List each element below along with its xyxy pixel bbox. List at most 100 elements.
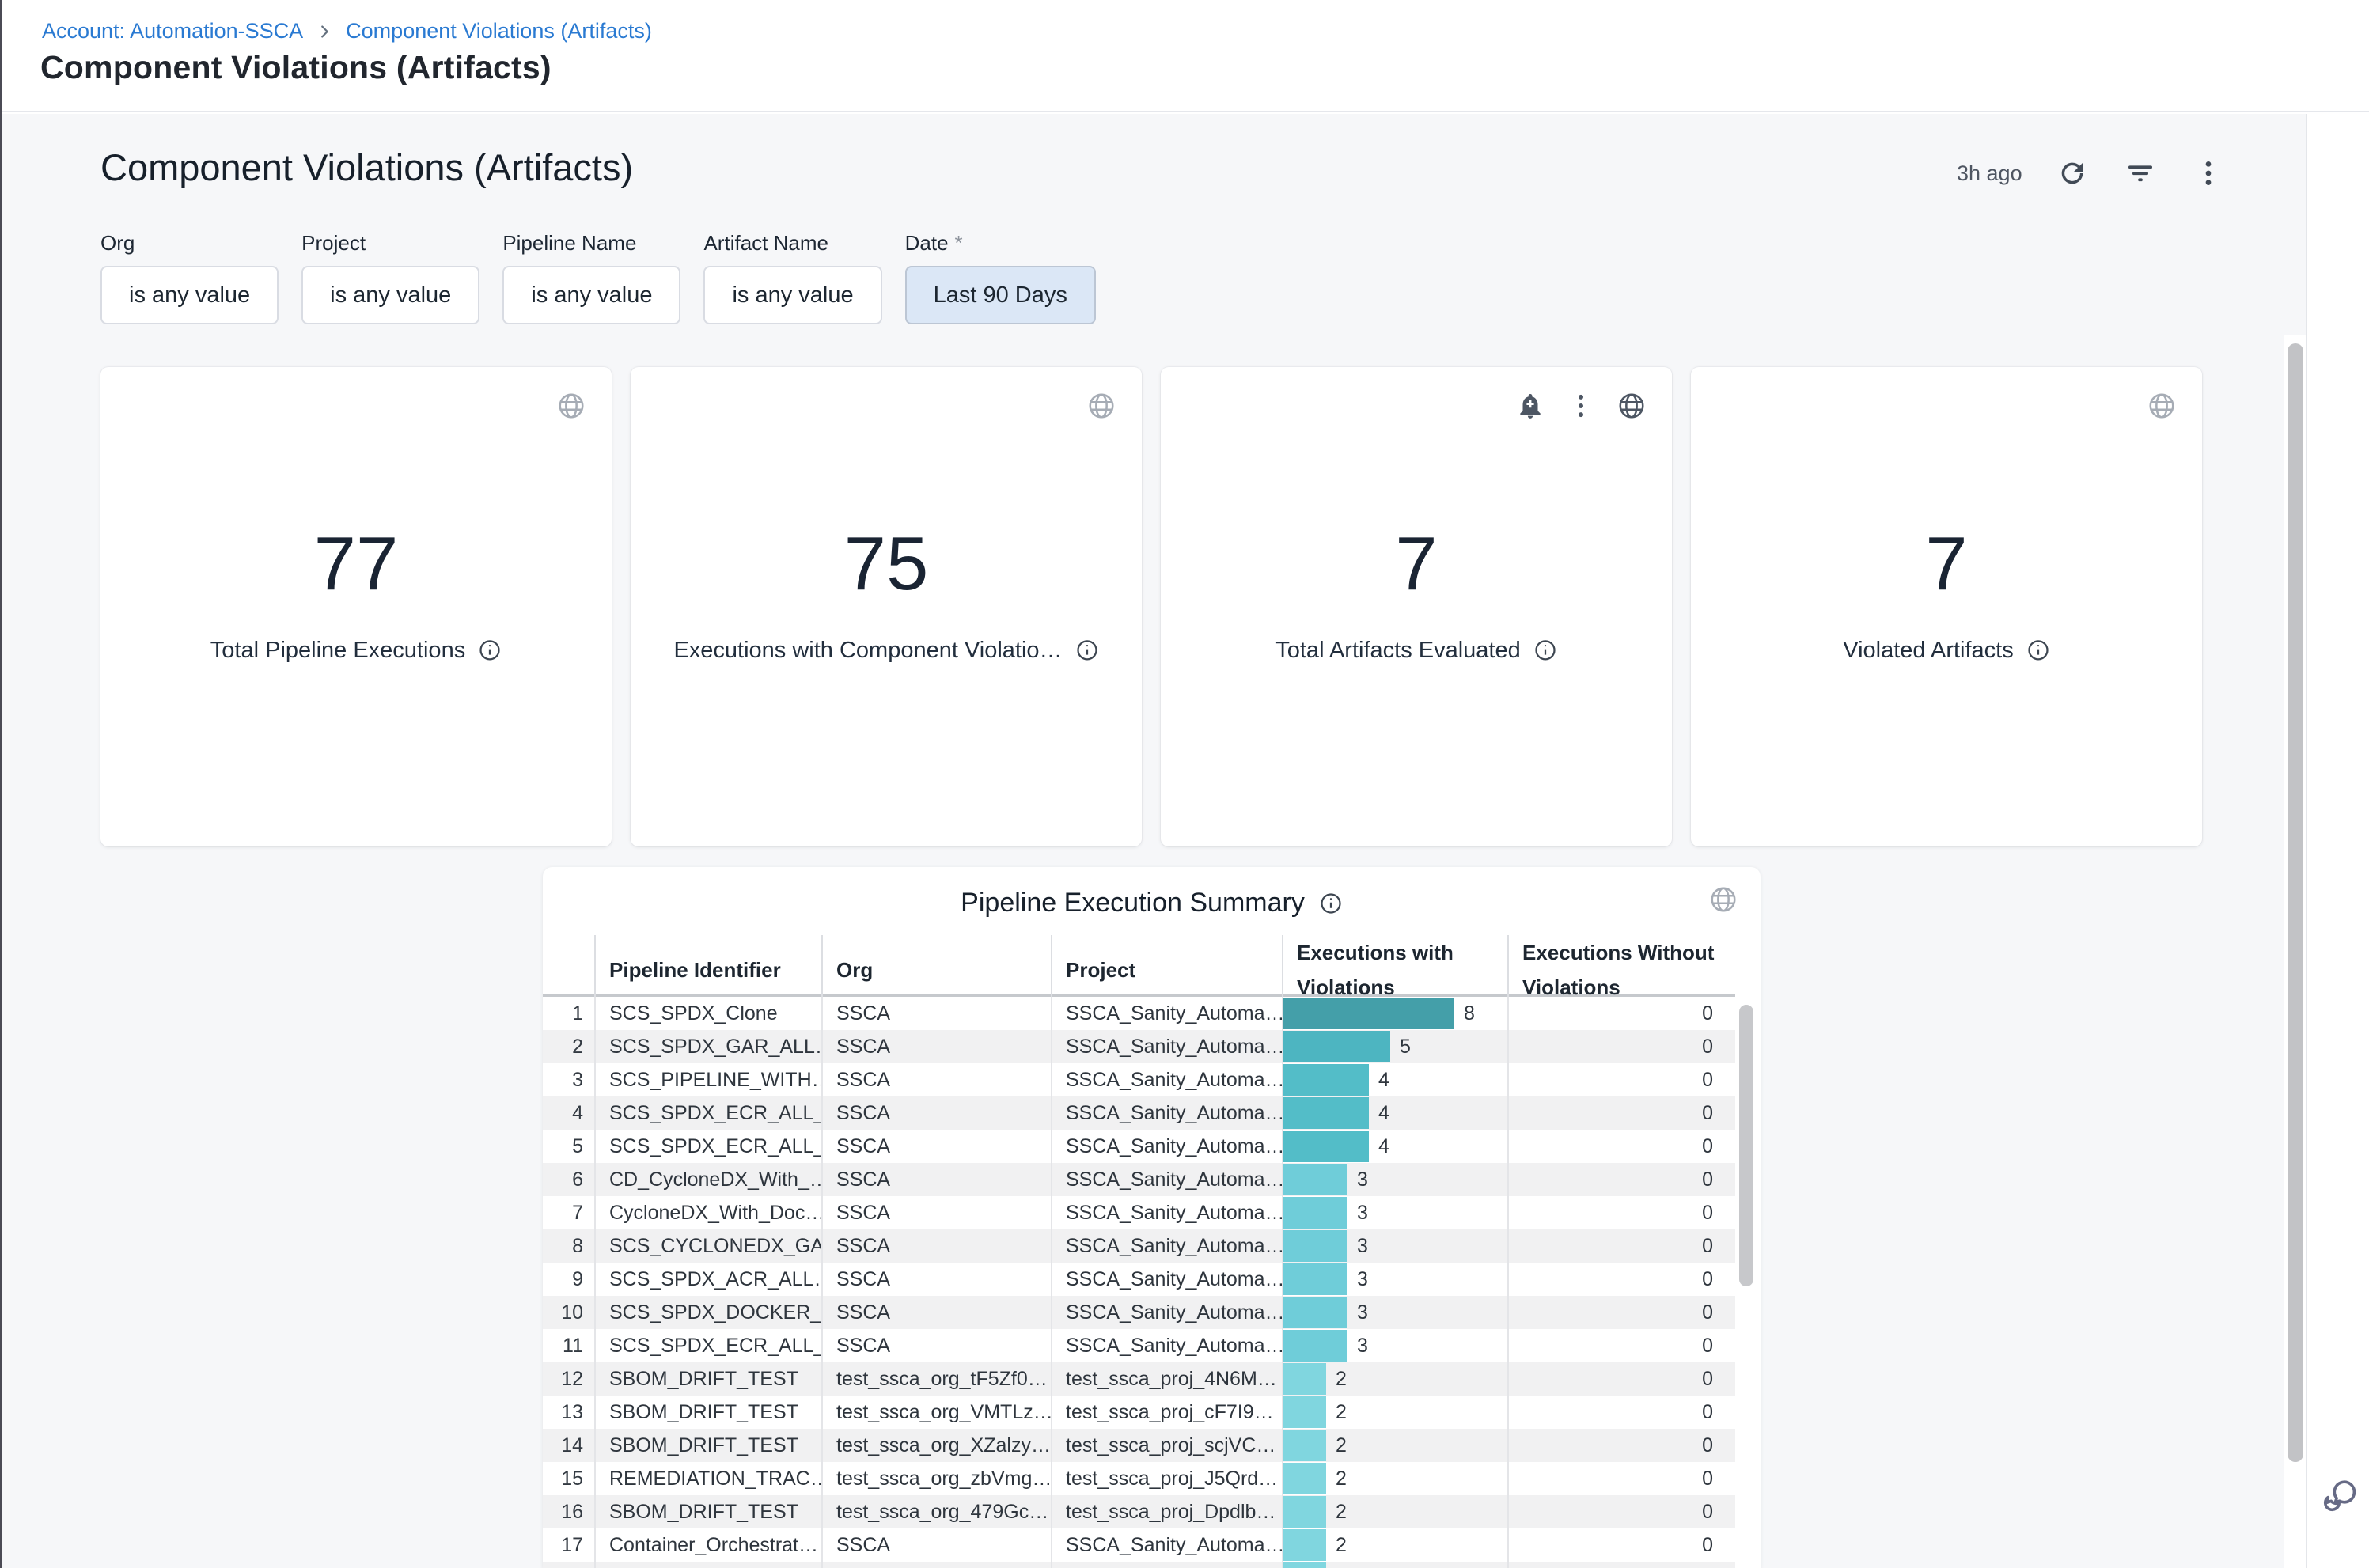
- pipeline-identifier-cell: SCS_SPDX_ACR_ALL…: [594, 1263, 821, 1296]
- kebab-menu-icon[interactable]: [2190, 155, 2227, 191]
- info-icon[interactable]: [2026, 638, 2050, 662]
- filter-icon[interactable]: [2122, 155, 2159, 191]
- project-cell: test_ssca_proj_scjVC…: [1051, 1429, 1282, 1462]
- breadcrumb-current-link[interactable]: Component Violations (Artifacts): [346, 19, 652, 44]
- row-number-cell: [543, 1562, 594, 1568]
- pipeline-identifier-cell: SBOM_DRIFT_TEST: [594, 1396, 821, 1429]
- table-row[interactable]: 9SCS_SPDX_ACR_ALL…SSCASSCA_Sanity_Automa…: [543, 1263, 1735, 1296]
- executions-without-violations-cell: 0: [1507, 1263, 1735, 1296]
- executions-with-violations-cell: 2: [1282, 1362, 1507, 1396]
- org-cell: test_ssca_org_XZalzy…: [821, 1429, 1051, 1462]
- executions-without-violations-cell: 0: [1507, 1362, 1735, 1396]
- violations-bar: [1283, 1230, 1347, 1262]
- executions-with-violations-cell: 2: [1282, 1429, 1507, 1462]
- refresh-icon[interactable]: [2054, 155, 2090, 191]
- tile-header-icons: [2147, 391, 2177, 421]
- col-header-executions-with-violations[interactable]: Executions with Violations: [1282, 935, 1507, 1005]
- pipeline-identifier-cell: SCS_CYCLONEDX_GA…: [594, 1229, 821, 1263]
- violations-bar-value: 2: [1336, 1462, 1347, 1495]
- table-row[interactable]: 6CD_CycloneDX_With_…SSCASSCA_Sanity_Auto…: [543, 1163, 1735, 1196]
- filter-value-button-artifact-name[interactable]: is any value: [703, 266, 881, 324]
- table-row[interactable]: [543, 1562, 1735, 1568]
- info-icon[interactable]: [1075, 638, 1099, 662]
- globe-icon[interactable]: [1617, 391, 1647, 421]
- filter-value-button-org[interactable]: is any value: [100, 266, 279, 324]
- violations-bar: [1283, 1430, 1326, 1461]
- table-row[interactable]: 15REMEDIATION_TRAC…test_ssca_org_zbVmg…t…: [543, 1462, 1735, 1495]
- table-row[interactable]: 4SCS_SPDX_ECR_ALL_…SSCASSCA_Sanity_Autom…: [543, 1096, 1735, 1130]
- filter-value-button-pipeline-name[interactable]: is any value: [502, 266, 680, 324]
- executions-with-violations-cell: 2: [1282, 1528, 1507, 1562]
- dashboard-scrollbar-thumb[interactable]: [2288, 343, 2303, 1462]
- project-cell: SSCA_Sanity_Automa…: [1051, 1528, 1282, 1562]
- violations-bar-value: 2: [1336, 1396, 1347, 1429]
- table-row[interactable]: 8SCS_CYCLONEDX_GA…SSCASSCA_Sanity_Automa…: [543, 1229, 1735, 1263]
- breadcrumb-account-link[interactable]: Account: Automation-SSCA: [42, 19, 303, 44]
- info-icon[interactable]: [478, 638, 502, 662]
- table-row[interactable]: 5SCS_SPDX_ECR_ALL_…SSCASSCA_Sanity_Autom…: [543, 1130, 1735, 1163]
- info-icon[interactable]: [1319, 892, 1343, 915]
- violations-bar: [1283, 1330, 1347, 1362]
- col-header-org[interactable]: Org: [821, 935, 1051, 1005]
- project-cell: SSCA_Sanity_Automa…: [1051, 1130, 1282, 1163]
- metric-label: Violated Artifacts: [1843, 637, 2013, 663]
- executions-with-violations-cell: 2: [1282, 1462, 1507, 1495]
- table-row[interactable]: 13SBOM_DRIFT_TESTtest_ssca_org_VMTLz…tes…: [543, 1396, 1735, 1429]
- violations-bar-value: 2: [1336, 1362, 1347, 1396]
- table-row[interactable]: 14SBOM_DRIFT_TESTtest_ssca_org_XZalzy…te…: [543, 1429, 1735, 1462]
- col-header-project[interactable]: Project: [1051, 935, 1282, 1005]
- col-header-pipeline-identifier[interactable]: Pipeline Identifier: [594, 935, 821, 1005]
- row-number-cell: 12: [543, 1362, 594, 1396]
- tile-content: 7Total Artifacts Evaluated: [1161, 522, 1672, 664]
- pipeline-identifier-cell: SCS_PIPELINE_WITH…: [594, 1063, 821, 1096]
- filter-value-button-project[interactable]: is any value: [301, 266, 479, 324]
- pipeline-identifier-cell: SCS_SPDX_ECR_ALL_…: [594, 1329, 821, 1362]
- table-row[interactable]: 1SCS_SPDX_CloneSSCASSCA_Sanity_Automa…80: [543, 997, 1735, 1030]
- globe-icon[interactable]: [1086, 391, 1116, 421]
- table-row[interactable]: 10SCS_SPDX_DOCKER_…SSCASSCA_Sanity_Autom…: [543, 1296, 1735, 1329]
- executions-with-violations-cell: 8: [1282, 997, 1507, 1030]
- org-cell: SSCA: [821, 1030, 1051, 1063]
- metric-label: Executions with Component Violatio…: [673, 637, 1062, 663]
- table-scrollbar-thumb[interactable]: [1739, 1005, 1753, 1286]
- table-row[interactable]: 3SCS_PIPELINE_WITH…SSCASSCA_Sanity_Autom…: [543, 1063, 1735, 1096]
- violations-bar-value: 3: [1357, 1196, 1368, 1229]
- metric-value: 7: [1395, 522, 1437, 606]
- metric-tiles: 77Total Pipeline Executions75Executions …: [100, 367, 2202, 846]
- filter-group-pipeline-name: Pipeline Nameis any value: [502, 231, 680, 324]
- project-cell: [1051, 1562, 1282, 1568]
- table-row[interactable]: 2SCS_SPDX_GAR_ALL…SSCASSCA_Sanity_Automa…: [543, 1030, 1735, 1063]
- violations-bar: [1283, 1097, 1369, 1129]
- globe-icon[interactable]: [2147, 391, 2177, 421]
- table-row[interactable]: 7CycloneDX_With_Doc…SSCASSCA_Sanity_Auto…: [543, 1196, 1735, 1229]
- bell-plus-icon[interactable]: [1515, 391, 1545, 421]
- dashboard-scrollbar-track[interactable]: [2284, 335, 2307, 1568]
- filter-label: Pipeline Name: [502, 231, 680, 266]
- info-icon[interactable]: [1533, 638, 1557, 662]
- row-number-cell: 10: [543, 1296, 594, 1329]
- filter-group-artifact-name: Artifact Nameis any value: [703, 231, 881, 324]
- filter-label: Project: [301, 231, 479, 266]
- globe-icon[interactable]: [1708, 884, 1738, 915]
- org-cell: SSCA: [821, 1296, 1051, 1329]
- chat-bubbles-icon[interactable]: [2319, 1476, 2360, 1517]
- filter-value-button-date[interactable]: Last 90 Days: [905, 266, 1096, 324]
- col-header-executions-without-violations[interactable]: Executions Without Violations: [1507, 935, 1735, 1005]
- project-cell: SSCA_Sanity_Automa…: [1051, 1296, 1282, 1329]
- tile-header-icons: [1515, 391, 1647, 421]
- table-row[interactable]: 11SCS_SPDX_ECR_ALL_…SSCASSCA_Sanity_Auto…: [543, 1329, 1735, 1362]
- violations-bar-value: 2: [1336, 1429, 1347, 1462]
- breadcrumb: Account: Automation-SSCA Component Viola…: [42, 19, 652, 44]
- pipeline-identifier-cell: REMEDIATION_TRAC…: [594, 1462, 821, 1495]
- table-row[interactable]: 16SBOM_DRIFT_TESTtest_ssca_org_479Gc…tes…: [543, 1495, 1735, 1528]
- row-number-cell: 5: [543, 1130, 594, 1163]
- pipeline-identifier-cell: SCS_SPDX_Clone: [594, 997, 821, 1030]
- page-title: Component Violations (Artifacts): [40, 49, 552, 86]
- globe-icon[interactable]: [556, 391, 586, 421]
- table-row[interactable]: 12SBOM_DRIFT_TESTtest_ssca_org_tF5Zf0…te…: [543, 1362, 1735, 1396]
- table-row[interactable]: 17Container_Orchestrat…SSCASSCA_Sanity_A…: [543, 1528, 1735, 1562]
- executions-without-violations-cell: 0: [1507, 1329, 1735, 1362]
- pipeline-identifier-cell: SCS_SPDX_GAR_ALL…: [594, 1030, 821, 1063]
- org-cell: test_ssca_org_VMTLz…: [821, 1396, 1051, 1429]
- kebab-icon[interactable]: [1566, 391, 1596, 421]
